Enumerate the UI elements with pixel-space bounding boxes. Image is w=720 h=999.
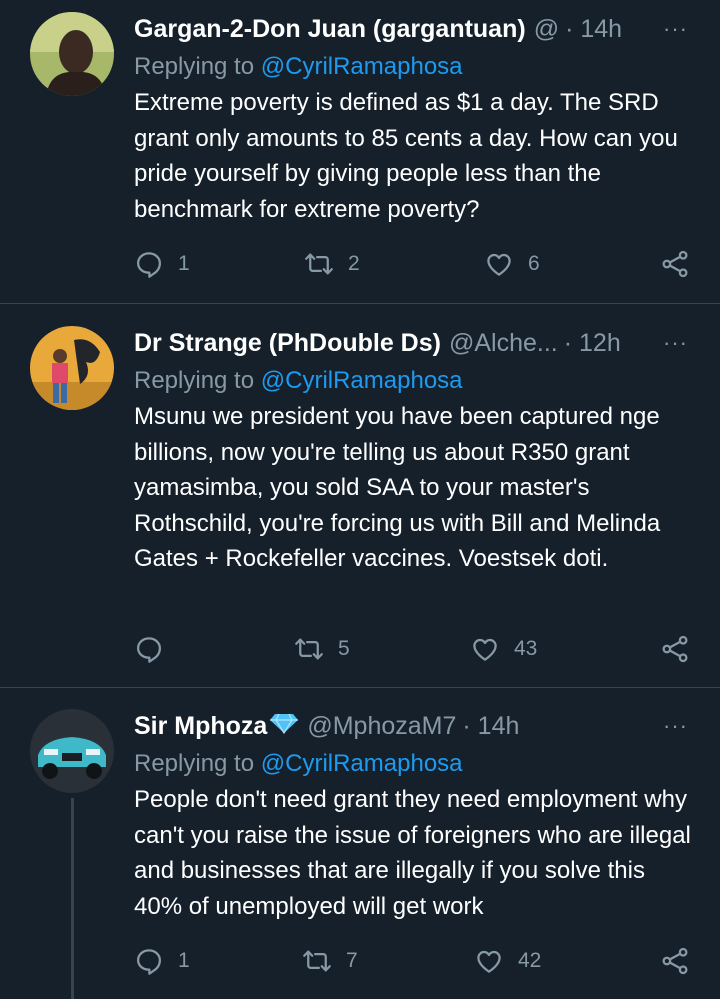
tweet-3[interactable]: Sir Mphoza @MphozaM7 · 14h ··· Replying … bbox=[0, 688, 720, 999]
avatar[interactable] bbox=[30, 709, 114, 793]
reply-icon bbox=[137, 949, 161, 975]
more-options-icon[interactable]: ··· bbox=[663, 12, 688, 46]
retweet-count: 7 bbox=[346, 949, 358, 972]
like-button[interactable]: 6 bbox=[484, 249, 540, 279]
more-options-icon[interactable]: ··· bbox=[663, 326, 688, 360]
replying-to: Replying to @CyrilRamaphosa bbox=[134, 52, 698, 82]
mention-link[interactable]: @CyrilRamaphosa bbox=[261, 750, 463, 777]
avatar[interactable] bbox=[30, 326, 114, 410]
retweet-count: 2 bbox=[348, 252, 360, 275]
tweet-header: Dr Strange (PhDouble Ds) @Alche... · 12h bbox=[134, 326, 698, 360]
heart-icon bbox=[473, 638, 497, 661]
tweet-1[interactable]: Gargan-2-Don Juan (gargantuan) @ · 14h ·… bbox=[0, 0, 720, 304]
tweet-header: Sir Mphoza @MphozaM7 · 14h bbox=[134, 709, 698, 743]
retweet-icon bbox=[303, 950, 331, 972]
tweet-actions: 5 43 bbox=[134, 634, 694, 668]
reply-count: 1 bbox=[178, 949, 190, 972]
heart-icon bbox=[477, 950, 501, 973]
tweet-text: Msunu we president you have been capture… bbox=[134, 403, 661, 572]
reply-button[interactable] bbox=[134, 634, 178, 664]
tweet-feed: Gargan-2-Don Juan (gargantuan) @ · 14h ·… bbox=[0, 0, 720, 999]
share-button[interactable] bbox=[660, 946, 690, 976]
replying-to: Replying to @CyrilRamaphosa bbox=[134, 749, 698, 779]
like-count: 6 bbox=[528, 252, 540, 275]
thread-line bbox=[71, 798, 74, 999]
timestamp[interactable]: · 14h bbox=[565, 15, 622, 44]
replying-to: Replying to @CyrilRamaphosa bbox=[134, 366, 698, 396]
share-button[interactable] bbox=[660, 249, 690, 279]
display-name[interactable]: Gargan-2-Don Juan (gargantuan) bbox=[134, 15, 526, 44]
reply-button[interactable]: 1 bbox=[134, 946, 190, 976]
mention-link[interactable]: @CyrilRamaphosa bbox=[261, 53, 463, 80]
retweet-count: 5 bbox=[338, 637, 350, 660]
share-icon bbox=[662, 250, 688, 278]
timestamp[interactable]: · 12h bbox=[564, 329, 621, 358]
user-handle[interactable]: @Alche... bbox=[449, 329, 558, 358]
heart-icon bbox=[487, 253, 511, 276]
retweet-icon bbox=[295, 638, 323, 660]
mention-link[interactable]: @CyrilRamaphosa bbox=[261, 367, 463, 394]
replying-prefix: Replying to bbox=[134, 367, 261, 394]
like-button[interactable]: 43 bbox=[470, 634, 537, 664]
timestamp[interactable]: · 14h bbox=[462, 712, 519, 741]
reply-icon bbox=[137, 637, 161, 663]
replying-prefix: Replying to bbox=[134, 53, 261, 80]
like-count: 43 bbox=[514, 637, 538, 660]
avatar[interactable] bbox=[30, 12, 114, 96]
replying-prefix: Replying to bbox=[134, 750, 261, 777]
retweet-button[interactable]: 7 bbox=[302, 946, 358, 976]
share-icon bbox=[662, 947, 688, 975]
user-handle[interactable]: @MphozaM7 bbox=[307, 712, 456, 741]
like-button[interactable]: 42 bbox=[474, 946, 541, 976]
more-options-icon[interactable]: ··· bbox=[663, 709, 688, 743]
tweet-2[interactable]: Dr Strange (PhDouble Ds) @Alche... · 12h… bbox=[0, 304, 720, 688]
tweet-header: Gargan-2-Don Juan (gargantuan) @ · 14h bbox=[134, 12, 698, 46]
tweet-actions: 1 7 42 bbox=[134, 946, 694, 980]
diamond-icon bbox=[269, 712, 299, 741]
display-name[interactable]: Dr Strange (PhDouble Ds) bbox=[134, 329, 441, 358]
retweet-button[interactable]: 5 bbox=[294, 634, 350, 664]
user-handle[interactable]: @ bbox=[534, 15, 559, 44]
like-count: 42 bbox=[518, 949, 542, 972]
share-button[interactable] bbox=[660, 634, 690, 664]
tweet-actions: 1 2 6 bbox=[134, 249, 694, 283]
tweet-text: People don't need grant they need employ… bbox=[134, 786, 691, 920]
share-icon bbox=[662, 635, 688, 663]
reply-button[interactable]: 1 bbox=[134, 249, 190, 279]
tweet-text: Extreme poverty is defined as $1 a day. … bbox=[134, 89, 678, 223]
retweet-button[interactable]: 2 bbox=[304, 249, 360, 279]
display-name[interactable]: Sir Mphoza bbox=[134, 712, 267, 741]
reply-count: 1 bbox=[178, 252, 190, 275]
reply-icon bbox=[137, 252, 161, 278]
retweet-icon bbox=[305, 253, 333, 275]
